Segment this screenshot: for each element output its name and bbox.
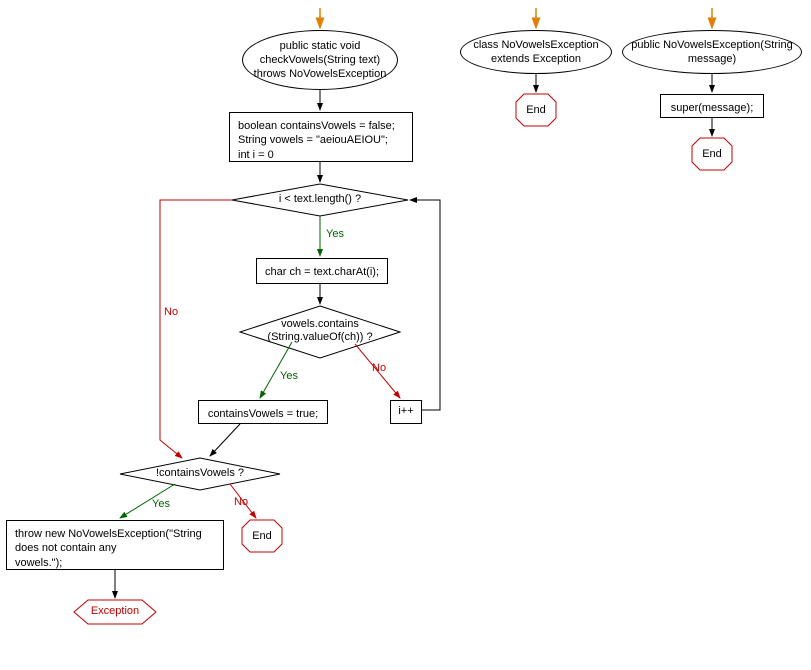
settrue-process: containsVowels = true; xyxy=(198,400,328,424)
init-process: boolean containsVowels = false; String v… xyxy=(229,112,413,162)
throw-text: throw new NoVowelsException("String does… xyxy=(15,527,202,570)
super-text: super(message); xyxy=(671,101,754,115)
charat-process: char ch = text.charAt(i); xyxy=(256,258,388,284)
cond3-no-label: No xyxy=(234,496,248,508)
cond3-yes-label: Yes xyxy=(152,498,170,510)
start-terminal-checkvowels: public static void checkVowels(String te… xyxy=(242,30,398,90)
settrue-text: containsVowels = true; xyxy=(208,407,318,421)
start-terminal-class: class NoVowelsException extends Exceptio… xyxy=(460,30,612,74)
super-process: super(message); xyxy=(660,94,764,118)
fc2-start-label: class NoVowelsException extends Exceptio… xyxy=(473,38,598,67)
charat-text: char ch = text.charAt(i); xyxy=(265,265,379,279)
cond2-yes-label: Yes xyxy=(280,370,298,382)
inc-text: i++ xyxy=(398,404,413,418)
start-label: public static void checkVowels(String te… xyxy=(254,39,387,82)
cond2-no-label: No xyxy=(372,362,386,374)
start-terminal-constructor: public NoVowelsException(String message) xyxy=(622,30,802,74)
init-text: boolean containsVowels = false; String v… xyxy=(238,119,395,162)
cond1-no-label: No xyxy=(164,306,178,318)
fc3-start-label: public NoVowelsException(String message) xyxy=(631,38,792,67)
inc-process: i++ xyxy=(390,400,422,424)
throw-process: throw new NoVowelsException("String does… xyxy=(6,520,224,570)
cond1-yes-label: Yes xyxy=(326,228,344,240)
